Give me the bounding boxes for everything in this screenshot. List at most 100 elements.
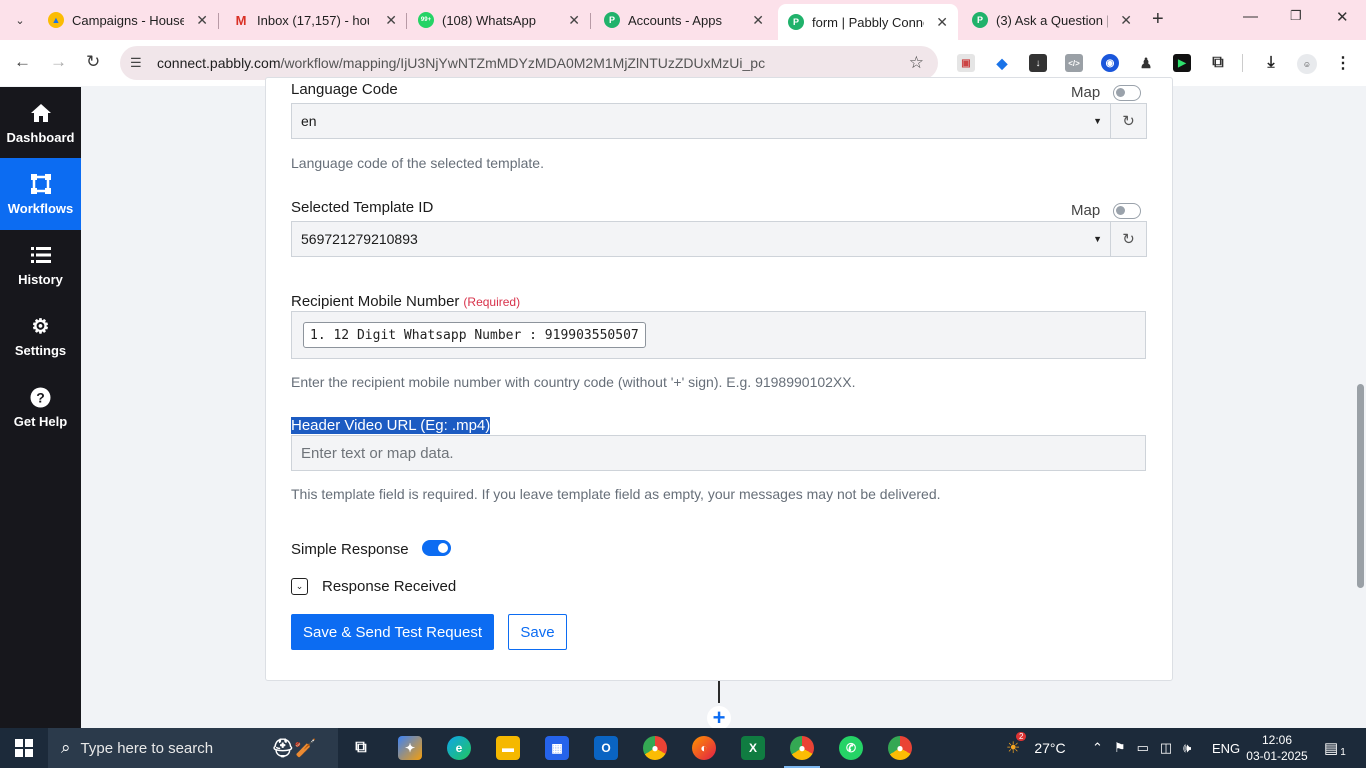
bookmark-star-icon[interactable]: ☆ [909, 53, 924, 73]
save-send-test-button[interactable]: Save & Send Test Request [291, 614, 494, 650]
notifications-icon[interactable]: ▤ 1 [1324, 728, 1346, 768]
browser-tab-strip: ⌄ ▲ Campaigns - House C ✕ M Inbox (17,15… [0, 0, 1366, 40]
edge-icon[interactable]: e [447, 736, 471, 760]
windows-start-icon[interactable] [15, 739, 33, 757]
extension-icon[interactable]: ▣ [957, 54, 975, 72]
camera-icon[interactable]: ◫ [1160, 740, 1172, 756]
menu-kebab-icon[interactable]: ⋮ [1334, 54, 1352, 72]
language-map-toggle[interactable]: Map [1071, 84, 1142, 101]
sidebar-item-label: Get Help [13, 414, 68, 429]
svg-text:?: ? [36, 389, 45, 405]
copilot-icon[interactable]: ✦ [398, 736, 422, 760]
display-icon[interactable]: ▭ [1137, 740, 1149, 756]
file-explorer-icon[interactable]: ▬ [496, 736, 520, 760]
close-icon[interactable]: ✕ [385, 12, 397, 29]
profile-avatar[interactable]: ☺ [1297, 54, 1317, 74]
tab-form-pabbly[interactable]: P form | Pabbly Conne ✕ [778, 4, 958, 40]
tab-campaigns[interactable]: ▲ Campaigns - House C ✕ [38, 6, 218, 34]
gmail-icon: M [235, 12, 247, 28]
whatsapp-icon: 99+ [418, 12, 434, 28]
extension-icon[interactable]: ▶ [1173, 54, 1191, 72]
tab-accounts[interactable]: P Accounts - Apps ✕ [594, 6, 774, 34]
cricket-widget-icon[interactable]: ⛑🏏 [264, 736, 324, 760]
notification-count: 1 [1340, 746, 1346, 758]
new-tab-icon[interactable]: + [1152, 8, 1164, 31]
download-icon[interactable]: ⤓ [1262, 54, 1280, 72]
store-icon[interactable]: ▦ [545, 736, 569, 760]
weather-widget[interactable]: ☀ 2 27°C [1006, 728, 1066, 768]
simple-response-label: Simple Response [291, 541, 409, 558]
refresh-icon[interactable]: ↻ [1111, 221, 1147, 257]
language-code-select[interactable]: en ▼ [291, 103, 1111, 139]
workflow-icon [30, 172, 52, 196]
header-video-input[interactable] [291, 435, 1146, 471]
chrome-icon[interactable]: ● [888, 736, 912, 760]
list-icon [30, 243, 51, 267]
home-icon [30, 101, 52, 125]
tab-title: (3) Ask a Question | P [996, 12, 1108, 28]
workflow-connector [718, 681, 720, 703]
save-button[interactable]: Save [508, 614, 567, 650]
excel-icon[interactable]: X [741, 736, 765, 760]
template-map-toggle[interactable]: Map [1071, 202, 1142, 219]
tab-gmail[interactable]: M Inbox (17,157) - hous ✕ [223, 6, 407, 34]
back-icon[interactable]: ← [14, 52, 31, 72]
chrome-profile-icon[interactable]: ● [784, 736, 820, 768]
sidebar-item-history[interactable]: History [0, 229, 81, 301]
clock-time: 12:06 [1261, 733, 1293, 747]
address-bar[interactable]: ☰ connect.pabbly.com/workflow/mapping/Ij… [120, 46, 938, 80]
extension-icon[interactable]: ↓ [1029, 54, 1047, 72]
windows-taskbar: ⌕ Type here to search ⛑🏏 ⧉ ✦ e ▬ ▦ O ● ◐… [0, 728, 1366, 768]
extension-icon[interactable]: </> [1065, 54, 1083, 72]
header-video-label: Header Video URL (Eg: .mp4) [291, 417, 491, 434]
speaker-icon[interactable]: 🕪 [1183, 740, 1191, 756]
extensions-puzzle-icon[interactable]: ⧉ [1209, 54, 1227, 72]
chrome-icon[interactable]: ● [643, 736, 667, 760]
firefox-icon[interactable]: ◐ [692, 736, 716, 760]
clock[interactable]: 12:06 03-01-2025 [1246, 728, 1308, 768]
map-switch[interactable] [1113, 84, 1142, 101]
mapped-data-chip[interactable]: 1. 12 Digit Whatsapp Number : 9199035505… [303, 322, 646, 348]
simple-response-toggle[interactable] [422, 540, 451, 556]
pabbly-icon: P [972, 12, 988, 28]
chevron-down-icon[interactable]: ⌄ [291, 578, 308, 595]
weather-badge: 2 [1016, 732, 1027, 741]
close-icon[interactable]: ✕ [936, 14, 948, 31]
recipient-label-text: Recipient Mobile Number [291, 293, 460, 310]
reload-icon[interactable]: ↻ [86, 52, 100, 72]
recipient-mapped-field[interactable]: 1. 12 Digit Whatsapp Number : 9199035505… [291, 311, 1146, 359]
close-icon[interactable]: ✕ [568, 12, 580, 29]
sidebar-item-get-help[interactable]: ? Get Help [0, 371, 81, 443]
add-step-icon[interactable]: + [707, 706, 731, 730]
window-close-icon[interactable]: ✕ [1336, 8, 1349, 26]
sidebar-item-dashboard[interactable]: Dashboard [0, 87, 81, 159]
forward-icon[interactable]: → [50, 52, 67, 72]
chevron-up-icon[interactable]: ⌃ [1092, 740, 1103, 756]
weather-temp: 27°C [1034, 740, 1066, 756]
scrollbar-thumb[interactable] [1357, 384, 1364, 588]
network-icon[interactable]: ⚑ [1114, 740, 1126, 756]
extension-icon[interactable]: ◆ [993, 54, 1011, 72]
sidebar-item-workflows[interactable]: Workflows [0, 158, 81, 230]
minimize-icon[interactable]: — [1243, 8, 1258, 25]
refresh-icon[interactable]: ↻ [1111, 103, 1147, 139]
site-info-icon[interactable]: ☰ [130, 55, 148, 71]
tab-whatsapp[interactable]: 99+ (108) WhatsApp ✕ [408, 6, 590, 34]
tab-ask-question[interactable]: P (3) Ask a Question | P ✕ [962, 6, 1142, 34]
extension-icon[interactable]: ◉ [1101, 54, 1119, 72]
template-id-select[interactable]: 569721279210893 ▼ [291, 221, 1111, 257]
restore-icon[interactable]: ❐ [1290, 8, 1302, 24]
sidebar-item-settings[interactable]: ⚙ Settings [0, 300, 81, 372]
whatsapp-icon[interactable]: ✆ [839, 736, 863, 760]
close-icon[interactable]: ✕ [196, 12, 208, 29]
close-icon[interactable]: ✕ [752, 12, 764, 29]
close-icon[interactable]: ✕ [1120, 12, 1132, 29]
tab-search-icon[interactable]: ⌄ [8, 8, 32, 32]
extension-icon[interactable]: ♟ [1137, 54, 1155, 72]
response-received-label[interactable]: Response Received [322, 578, 456, 595]
task-view-icon[interactable]: ⧉ [349, 736, 373, 760]
outlook-icon[interactable]: O [594, 736, 618, 760]
language-indicator[interactable]: ENG [1212, 728, 1240, 768]
tab-title: (108) WhatsApp [442, 12, 536, 28]
map-switch[interactable] [1113, 202, 1142, 219]
